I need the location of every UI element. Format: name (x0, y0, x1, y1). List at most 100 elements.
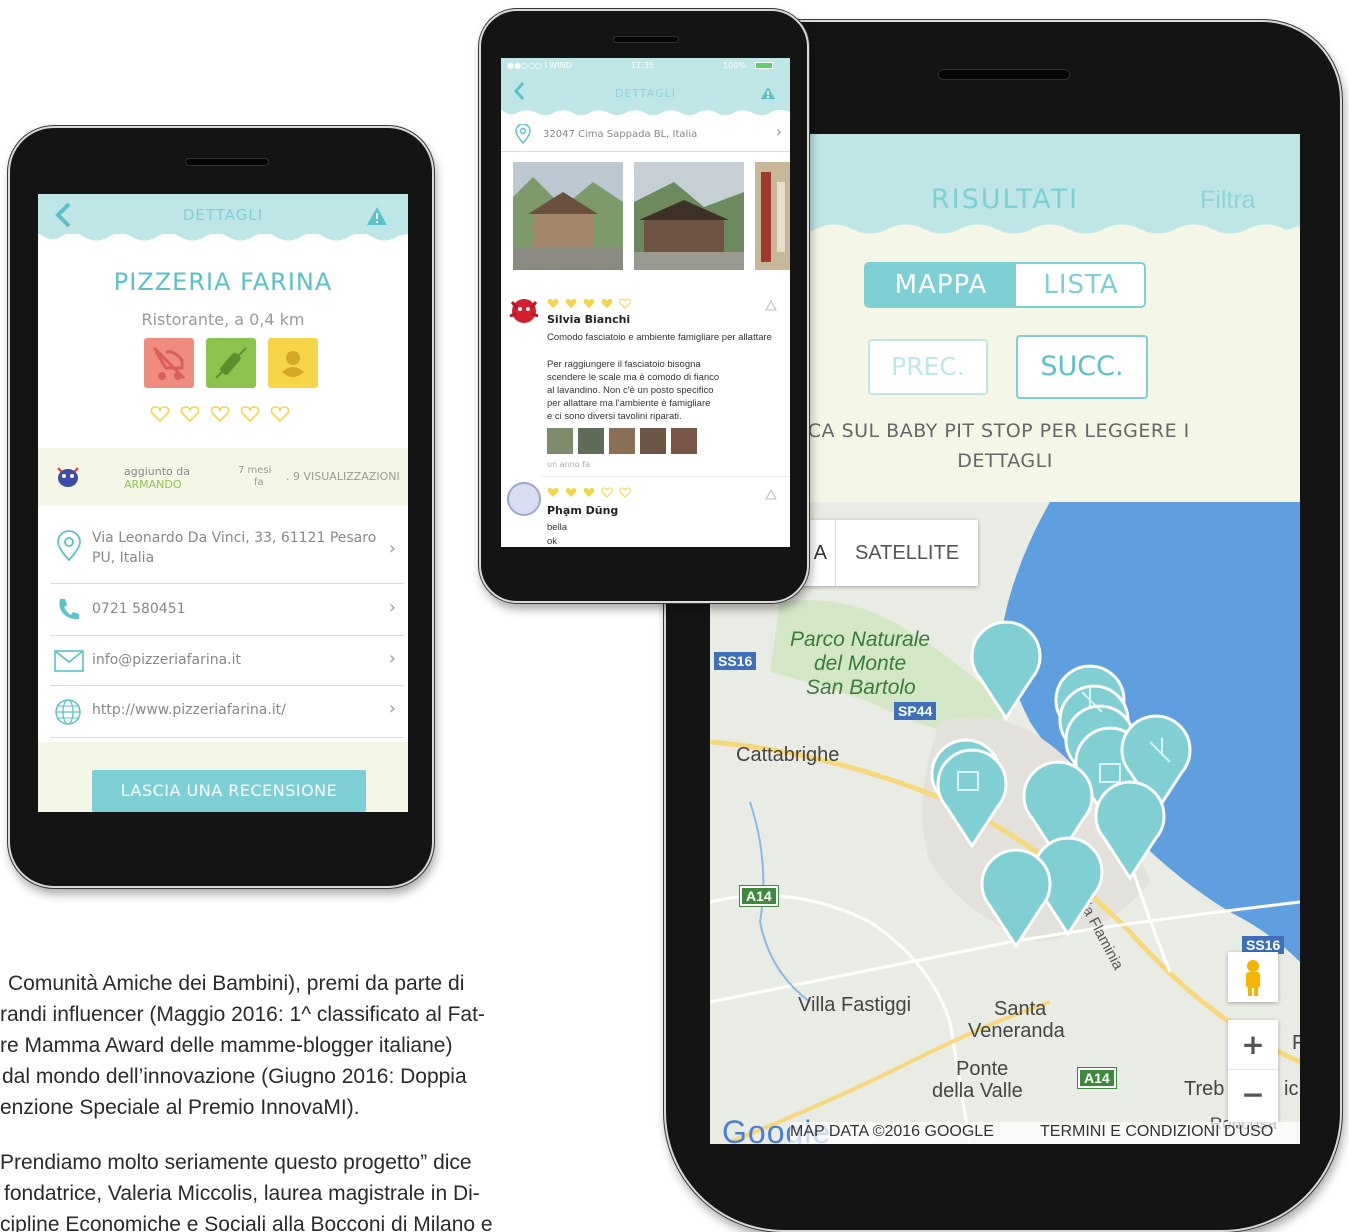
review-line: Per raggiungere il fasciatoio bisogna (547, 359, 701, 370)
article-line: fondatrice, Valeria Miccolis, laurea mag… (4, 1182, 480, 1205)
map-attribution-bar: MAP DATA ©2016 GOOGLE TERMINI E CONDIZIO… (790, 1122, 1300, 1144)
address-line1: Via Leonardo Da Vinci, 33, 61121 Pesaro (92, 530, 377, 546)
review-photo[interactable] (547, 428, 573, 454)
chevron-right-icon: › (388, 698, 396, 719)
map-view[interactable]: A SATELLITE Parco Naturale del Monte San… (710, 502, 1300, 1144)
contact-phone[interactable]: 0721 580451 › (50, 584, 404, 636)
review-line: ok (547, 536, 558, 547)
place-photo[interactable] (634, 162, 744, 270)
baby-face-icon (268, 338, 318, 388)
article-text: Comunità Amiche dei Bambini), premi da p… (0, 968, 590, 1232)
header-title: DETTAGLI (614, 87, 677, 100)
map-pins (930, 620, 1192, 949)
avatar (57, 467, 79, 487)
review-button[interactable]: LASCIA UNA RECENSIONE (92, 770, 366, 812)
review-photo[interactable] (609, 428, 635, 454)
warning-icon[interactable] (765, 489, 777, 500)
header-title: DETTAGLI (182, 206, 264, 224)
header-wave (38, 232, 408, 241)
article-line: randi influencer (Maggio 2016: 1^ classi… (0, 1003, 485, 1026)
view-toggle: MAPPA LISTA (864, 262, 1146, 308)
contact-website[interactable]: http://www.pizzeriafarina.it/ › (50, 686, 404, 738)
tab-map[interactable]: MAPPA (866, 264, 1016, 306)
phone-number: 0721 580451 (92, 601, 186, 617)
author-name[interactable]: ARMANDO (124, 478, 182, 491)
status-battery: 100% (723, 61, 746, 70)
globe-icon (55, 699, 81, 725)
phone-details: DETTAGLI PIZZERIA FARINA Ristorante, a 0… (8, 126, 434, 888)
review-photo[interactable] (578, 428, 604, 454)
review-author[interactable]: Silvia Bianchi (547, 313, 630, 326)
chevron-right-icon: › (775, 122, 782, 141)
phone-reviews: ●●○○○ I WIND 11:35 100% DETTAGLI 32047 C… (479, 9, 809, 603)
phone-speaker (185, 158, 269, 166)
address-row[interactable]: 32047 Cima Sappada BL, Italia › (501, 116, 790, 152)
warning-icon[interactable] (760, 86, 776, 100)
review-hearts (547, 298, 631, 309)
zoom-control: + − (1228, 1020, 1278, 1122)
warning-icon[interactable] (366, 206, 388, 226)
article-line: re Mamma Award delle mamme-blogger itali… (0, 1034, 453, 1057)
map-label: F (1292, 1032, 1300, 1055)
location-pin-icon (57, 530, 81, 562)
phone-icon (59, 599, 79, 620)
article-line: Prendiamo molto seriamente questo proget… (0, 1151, 472, 1174)
hint-line1: CCA SUL BABY PIT STOP PER LEGGERE I (794, 420, 1190, 442)
age-bottom: fa (254, 477, 264, 488)
zoom-out-button[interactable]: − (1228, 1070, 1278, 1120)
review-photos[interactable] (547, 428, 707, 454)
filter-button[interactable]: Filtra (1200, 186, 1300, 215)
review-line: al lavandino. Non c'è un posto specifico (547, 385, 714, 396)
review-divider (541, 476, 790, 477)
mail-icon (54, 650, 84, 672)
details-screen: DETTAGLI PIZZERIA FARINA Ristorante, a 0… (38, 194, 408, 812)
street-view-pegman[interactable] (1228, 952, 1278, 1002)
review-photo[interactable] (640, 428, 666, 454)
review-line: bella (547, 522, 568, 533)
age-top: 7 mesi (238, 465, 272, 476)
review-line: e ci sono diversi tavolini riparati. (547, 411, 682, 422)
review-line: per allattare ma l'ambiente è famigliare (547, 398, 711, 409)
contact-email[interactable]: info@pizzeriafarina.it › (50, 636, 404, 686)
place-photo[interactable] (755, 162, 790, 270)
header-bar: ●●○○○ I WIND 11:35 100% DETTAGLI (501, 58, 790, 116)
article-line: cipline Economiche e Sociali alla Boccon… (0, 1213, 493, 1232)
review-hearts (547, 487, 631, 498)
review-photo[interactable] (671, 428, 697, 454)
chevron-right-icon: › (388, 648, 396, 669)
baby-bottle-icon (206, 338, 256, 388)
place-photo[interactable] (513, 162, 623, 270)
photo-gallery[interactable] (501, 162, 790, 274)
website-url: http://www.pizzeriafarina.it/ (92, 702, 286, 718)
phone-speaker (938, 69, 1070, 80)
meta-bar: aggiunto da ARMANDO 7 mesi fa . 9 VISUAL… (38, 448, 408, 506)
added-label: aggiunto da (124, 465, 190, 478)
article-line: Comunità Amiche dei Bambini), premi da p… (8, 972, 465, 995)
chevron-right-icon: › (388, 597, 396, 618)
stroller-icon (144, 338, 194, 388)
review-title: Comodo fasciatoio e ambiente famigliare … (547, 332, 772, 343)
review-author[interactable]: Phạm Dũng (547, 504, 618, 517)
review-line: scendere le scale ma è comodo di fianco (547, 372, 720, 383)
map-attribution: MAP DATA ©2016 GOOGLE (790, 1123, 994, 1140)
prev-button[interactable]: PREC. (868, 339, 988, 395)
address-line2: PU, Italia (92, 550, 155, 566)
chevron-right-icon: › (388, 538, 396, 559)
phone-speaker (613, 36, 679, 43)
article-line: enzione Speciale al Premio InnovaMI). (0, 1096, 360, 1119)
review-time: un anno fa (547, 460, 590, 469)
views-count: . 9 VISUALIZZAZIONI (286, 470, 400, 483)
zoom-in-button[interactable]: + (1228, 1020, 1278, 1070)
avatar (509, 299, 539, 323)
battery-icon (755, 62, 773, 69)
email-address: info@pizzeriafarina.it (92, 652, 242, 668)
map-terms-link[interactable]: TERMINI E CONDIZIONI D'USO (1040, 1123, 1273, 1141)
map-pin (930, 620, 1192, 949)
place-subtitle: Ristorante, a 0,4 km (141, 310, 305, 329)
contact-address[interactable]: Via Leonardo Da Vinci, 33, 61121 Pesaro … (50, 516, 404, 584)
warning-icon[interactable] (765, 300, 777, 311)
tab-list[interactable]: LISTA (1016, 264, 1144, 306)
next-button[interactable]: SUCC. (1016, 335, 1148, 399)
rating-hearts (150, 404, 300, 424)
avatar (507, 482, 541, 516)
